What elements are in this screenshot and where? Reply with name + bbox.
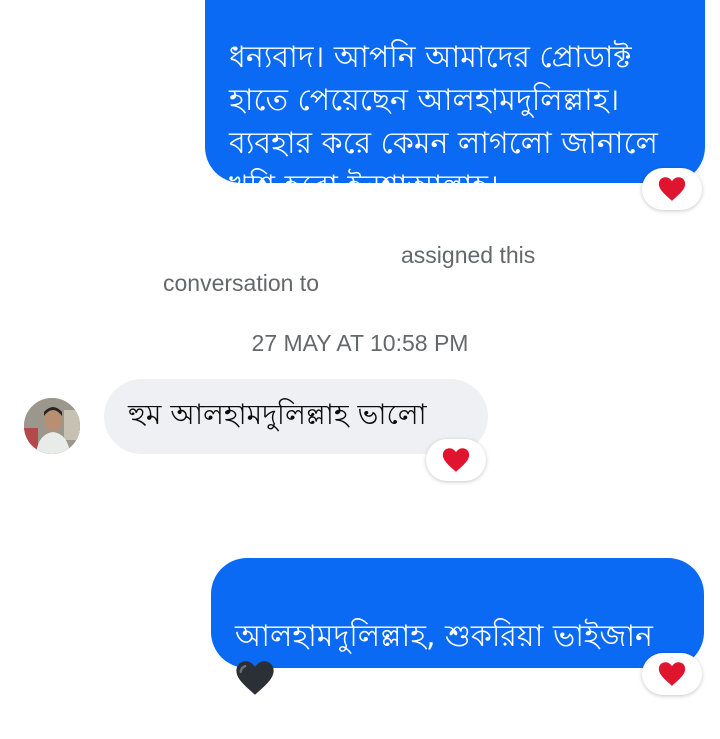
message-text: হুম আলহামদুলিল্লাহ ভালো <box>128 398 427 431</box>
red-heart-icon <box>658 662 686 686</box>
message-text: আলহামদুলিল্লাহ, শুকরিয়া ভাইজান <box>235 619 653 654</box>
message-reaction[interactable] <box>642 168 702 210</box>
avatar-photo <box>24 398 80 454</box>
message-timestamp: 27 MAY AT 10:58 PM <box>251 330 469 356</box>
system-notice-line: assigned this <box>401 242 536 268</box>
avatar[interactable] <box>24 398 80 454</box>
outgoing-message-bubble[interactable]: ধন্যবাদ। আপনি আমাদের প্রোডাক্ট হাতে পেয়… <box>205 0 705 204</box>
system-notice-line: conversation to <box>163 270 319 296</box>
black-heart-icon <box>236 661 274 695</box>
outgoing-message-bubble[interactable]: আলহামদুলিল্লাহ, শুকরিয়া ভাইজান <box>211 558 704 695</box>
incoming-message-bubble[interactable]: হুম আলহামদুলিল্লাহ ভালো <box>104 379 488 454</box>
red-heart-icon <box>658 177 686 201</box>
message-reaction[interactable] <box>426 439 486 481</box>
message-reaction[interactable] <box>642 653 702 695</box>
red-heart-icon <box>442 448 470 472</box>
message-text: ধন্যবাদ। আপনি আমাদের প্রোডাক্ট হাতে পেয়… <box>229 40 658 204</box>
